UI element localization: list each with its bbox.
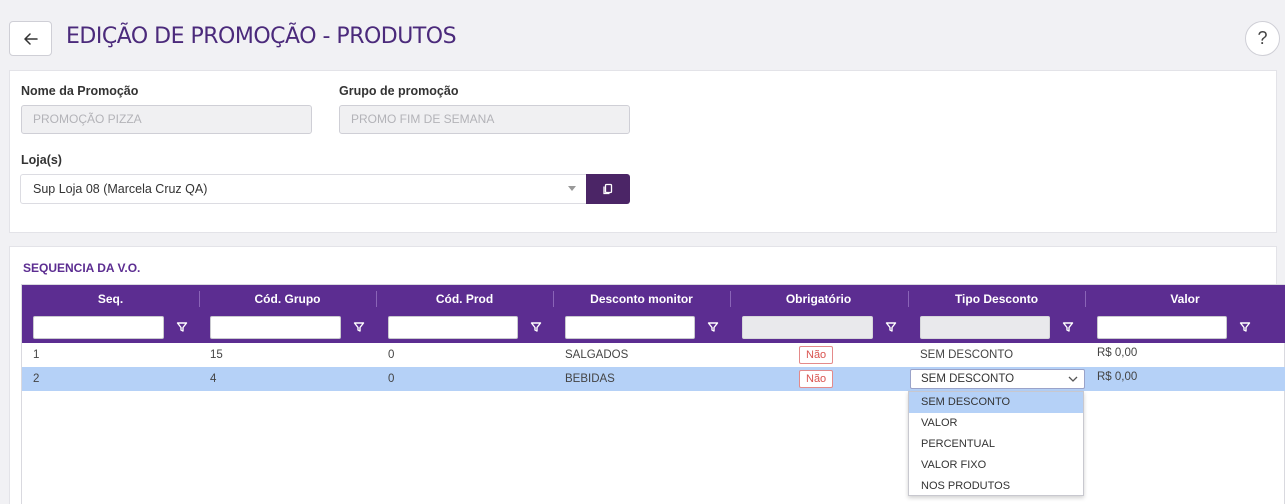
tipo-desconto-dropdown: SEM DESCONTO VALOR PERCENTUAL VALOR FIXO…	[908, 391, 1084, 496]
obrigatorio-badge[interactable]: Não	[799, 370, 834, 388]
cell-valor: R$ 0,00	[1097, 347, 1138, 359]
lojas-label: Loja(s)	[21, 153, 62, 167]
dropdown-option-percentual[interactable]: PERCENTUAL	[909, 434, 1083, 455]
dropdown-option-valor[interactable]: VALOR	[909, 413, 1083, 434]
table-row[interactable]: 2 4 0 BEBIDAS Não SEM DESCONTO R$ 0,00	[22, 367, 1285, 391]
obrigatorio-badge[interactable]: Não	[799, 346, 834, 364]
column-header-obrigatorio[interactable]: Obrigatório	[730, 292, 907, 306]
cell-desconto-monitor: BEBIDAS	[565, 373, 615, 385]
sequence-grid: Seq. Cód. Grupo Cód. Prod Desconto monit…	[21, 284, 1285, 504]
lojas-select-value: Sup Loja 08 (Marcela Cruz QA)	[33, 182, 208, 196]
grupo-promocao-label: Grupo de promoção	[339, 84, 459, 98]
nome-promocao-field: PROMOÇÃO PIZZA	[21, 105, 312, 134]
cell-tipo-desconto[interactable]: SEM DESCONTO	[920, 343, 1013, 367]
page-header: EDIÇÃO DE PROMOÇÃO - PRODUTOS ?	[0, 0, 1285, 70]
cell-desconto-monitor: SALGADOS	[565, 349, 629, 361]
nome-promocao-label: Nome da Promoção	[21, 84, 139, 98]
back-button[interactable]	[9, 21, 52, 56]
cell-valor: R$ 0,00	[1097, 371, 1138, 383]
filter-input-obrigatorio	[742, 316, 873, 339]
section-title: SEQUENCIA DA V.O.	[23, 261, 141, 275]
filter-input-cod-prod[interactable]	[388, 316, 518, 339]
dropdown-option-nos-produtos[interactable]: NOS PRODUTOS	[909, 476, 1083, 497]
cell-cod-grupo: 4	[210, 373, 217, 385]
filter-input-valor[interactable]	[1097, 316, 1227, 339]
filter-icon[interactable]	[176, 321, 188, 333]
copy-icon	[603, 183, 613, 195]
page-title: EDIÇÃO DE PROMOÇÃO - PRODUTOS	[66, 24, 457, 49]
help-button[interactable]: ?	[1245, 21, 1280, 56]
cell-cod-prod: 0	[388, 349, 395, 361]
grupo-promocao-field: PROMO FIM DE SEMANA	[339, 105, 630, 134]
cell-seq: 2	[33, 373, 40, 385]
tipo-desconto-select-value: SEM DESCONTO	[921, 373, 1015, 385]
arrow-left-icon	[23, 32, 38, 45]
dropdown-option-valor-fixo[interactable]: VALOR FIXO	[909, 455, 1083, 476]
dropdown-option-sem-desconto[interactable]: SEM DESCONTO	[909, 392, 1083, 413]
grid-header: Seq. Cód. Grupo Cód. Prod Desconto monit…	[22, 285, 1285, 343]
lojas-select[interactable]: Sup Loja 08 (Marcela Cruz QA)	[20, 174, 587, 204]
sequence-card: SEQUENCIA DA V.O. Seq. Cód. Grupo Cód. P…	[9, 246, 1285, 504]
cell-cod-prod: 0	[388, 373, 395, 385]
filter-icon[interactable]	[885, 321, 897, 333]
table-row[interactable]: 1 15 0 SALGADOS Não SEM DESCONTO R$ 0,00	[22, 343, 1285, 367]
cell-seq: 1	[33, 349, 40, 361]
column-header-valor[interactable]: Valor	[1085, 292, 1285, 306]
filter-input-tipo-desconto	[920, 316, 1050, 339]
column-header-seq[interactable]: Seq.	[22, 292, 199, 306]
help-icon: ?	[1257, 28, 1268, 48]
filter-icon[interactable]	[1239, 321, 1251, 333]
filter-icon[interactable]	[707, 321, 719, 333]
column-header-cod-grupo[interactable]: Cód. Grupo	[199, 292, 376, 306]
filter-input-cod-grupo[interactable]	[210, 316, 341, 339]
filter-icon[interactable]	[1062, 321, 1074, 333]
filter-icon[interactable]	[530, 321, 542, 333]
column-header-desconto-monitor[interactable]: Desconto monitor	[553, 292, 730, 306]
filter-icon[interactable]	[353, 321, 365, 333]
tipo-desconto-select[interactable]: SEM DESCONTO	[910, 369, 1085, 389]
cell-cod-grupo: 15	[210, 349, 223, 361]
promotion-form-card: Nome da Promoção PROMOÇÃO PIZZA Grupo de…	[9, 70, 1277, 233]
column-header-tipo-desconto[interactable]: Tipo Desconto	[908, 292, 1085, 306]
filter-input-seq[interactable]	[33, 316, 164, 339]
chevron-down-icon	[1068, 376, 1078, 382]
caret-down-icon	[568, 186, 576, 191]
filter-input-desconto-monitor[interactable]	[565, 316, 695, 339]
copy-lojas-button[interactable]	[586, 174, 630, 204]
column-header-cod-prod[interactable]: Cód. Prod	[376, 292, 553, 306]
